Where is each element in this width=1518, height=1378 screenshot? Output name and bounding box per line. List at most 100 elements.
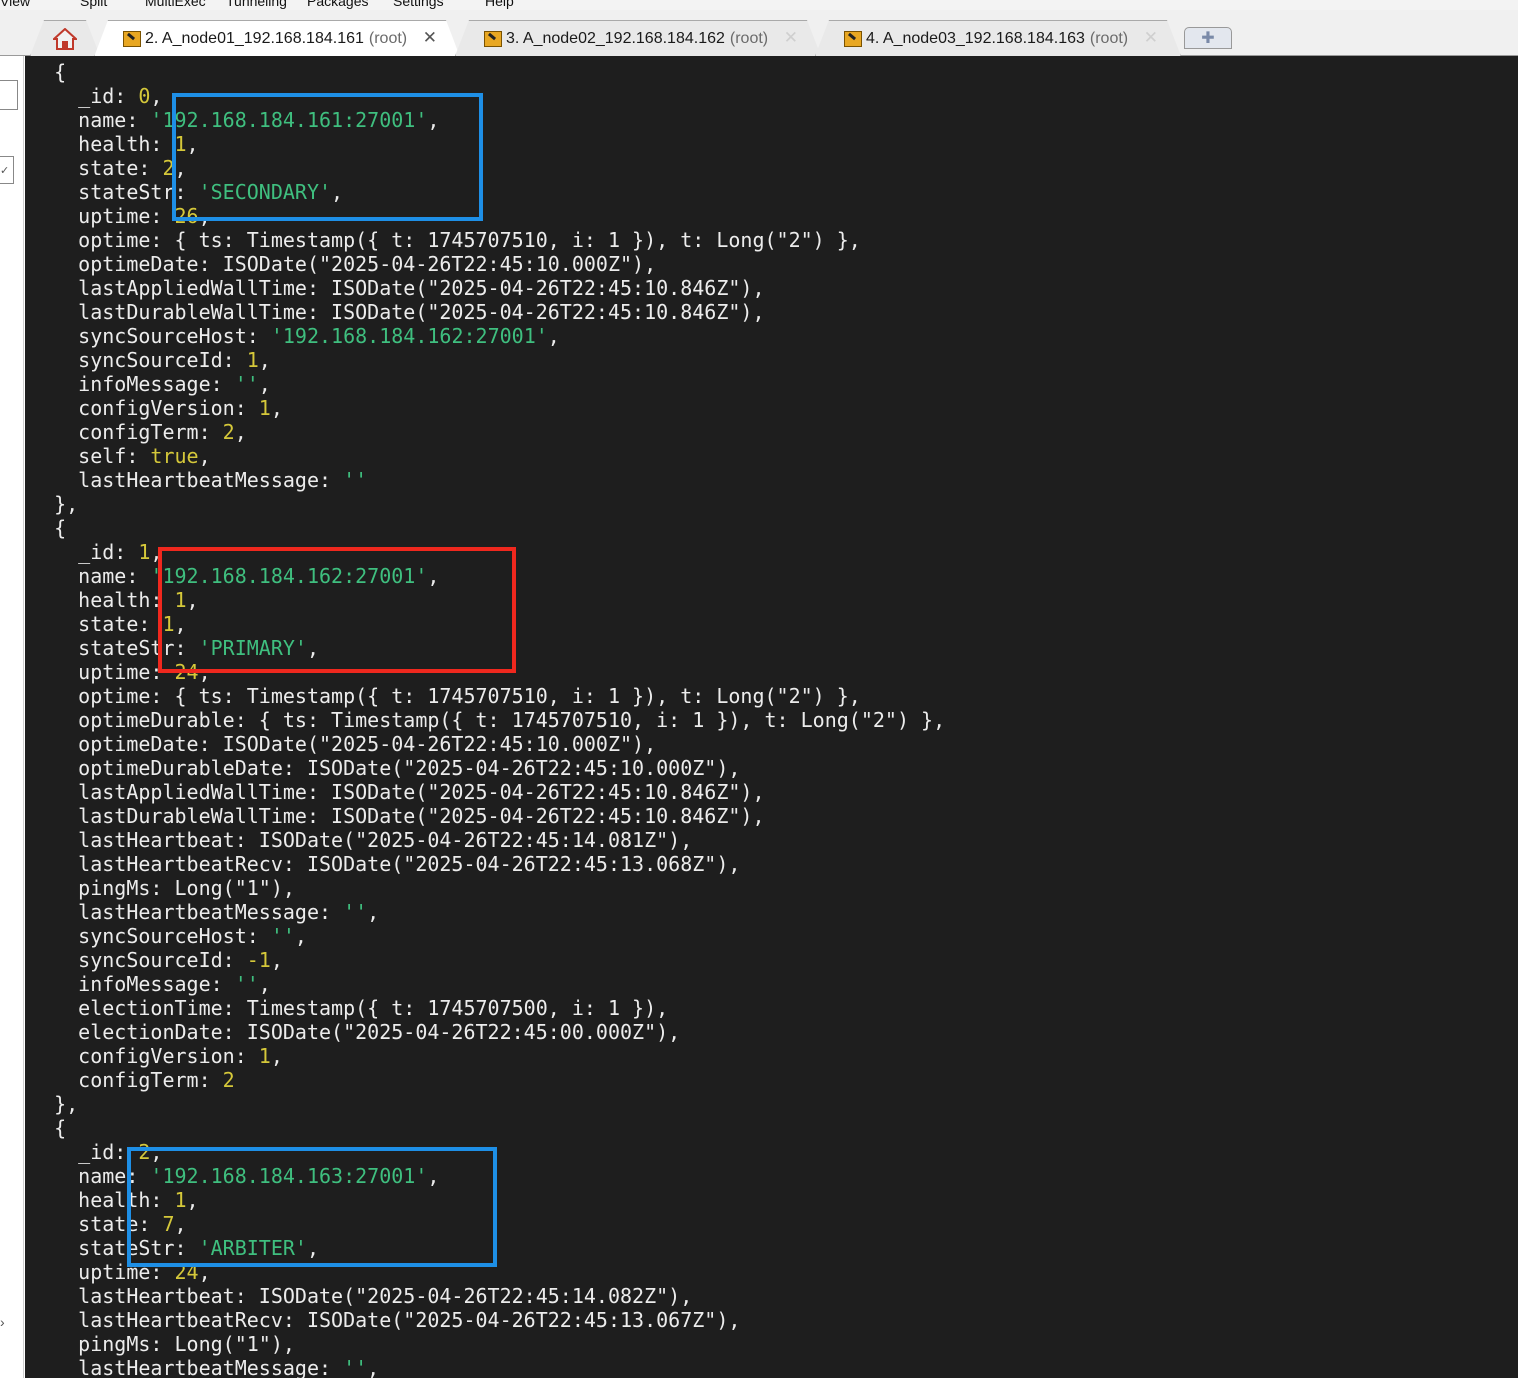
code-token: {: [30, 1116, 67, 1140]
code-token: ,: [367, 1356, 380, 1378]
code-token: syncSourceHost:: [30, 324, 271, 348]
string-token: '192.168.184.162:27001': [150, 564, 428, 588]
string-token: '': [270, 924, 295, 948]
value-token: 7: [162, 1212, 175, 1236]
terminal-line: name: '192.168.184.162:27001',: [30, 564, 439, 588]
code-token: configVersion:: [30, 1044, 259, 1068]
terminal-line: self: true,: [30, 444, 211, 468]
terminal-line: state: 7,: [30, 1212, 187, 1236]
code-token: configTerm:: [30, 420, 223, 444]
tab-label: 3. A_node02_192.168.184.162: [506, 29, 725, 47]
code-token: name:: [30, 1164, 151, 1188]
tab-label: 2. A_node01_192.168.184.161: [145, 30, 364, 47]
terminal-line: _id: 2,: [30, 1140, 162, 1164]
terminal-line: optimeDate: ISODate("2025-04-26T22:45:10…: [30, 732, 656, 756]
code-token: name:: [30, 564, 151, 588]
menu-item-settings[interactable]: Settings: [393, 0, 444, 9]
code-token: ,: [331, 180, 344, 204]
tab-user: (root): [1089, 29, 1129, 47]
terminal-line: syncSourceHost: '',: [30, 924, 307, 948]
menu-item-help[interactable]: Help: [485, 0, 514, 9]
code-token: electionDate: ISODate("2025-04-26T22:45:…: [30, 1020, 681, 1044]
terminal-line: lastHeartbeat: ISODate("2025-04-26T22:45…: [30, 1284, 692, 1308]
code-token: ,: [198, 1260, 211, 1284]
code-token: ,: [198, 204, 211, 228]
string-token: '192.168.184.161:27001': [150, 108, 428, 132]
code-token: health:: [30, 1188, 175, 1212]
string-token: 'ARBITER': [198, 1236, 307, 1260]
terminal-line: electionTime: Timestamp({ t: 1745707500,…: [30, 996, 668, 1020]
terminal-line: electionDate: ISODate("2025-04-26T22:45:…: [30, 1020, 680, 1044]
terminal-line: },: [30, 492, 78, 516]
terminal-output[interactable]: { _id: 0, name: '192.168.184.161:27001',…: [25, 56, 1518, 1378]
value-token: 1: [174, 1188, 187, 1212]
terminal-line: syncSourceId: -1,: [30, 948, 283, 972]
tab-session-node03[interactable]: 4. A_node03_192.168.184.163 (root) ✕: [815, 20, 1181, 56]
code-token: ,: [294, 924, 307, 948]
side-panel-field[interactable]: [0, 80, 18, 110]
terminal-line: lastDurableWallTime: ISODate("2025-04-26…: [30, 300, 765, 324]
code-token: _id:: [30, 540, 139, 564]
tab-session-node01[interactable]: 2. A_node01_192.168.184.161 (root) ✕: [94, 20, 460, 57]
chevron-right-icon[interactable]: ›: [0, 1314, 5, 1330]
code-token: stateStr:: [30, 1236, 199, 1260]
terminal-line: optime: { ts: Timestamp({ t: 1745707510,…: [30, 684, 861, 708]
code-token: ,: [306, 1236, 319, 1260]
code-token: ,: [198, 444, 211, 468]
close-icon[interactable]: ✕: [423, 28, 437, 48]
close-icon[interactable]: ✕: [1144, 28, 1158, 48]
code-token: ,: [174, 1212, 187, 1236]
code-token: lastHeartbeatMessage:: [30, 900, 344, 924]
terminal-line: stateStr: 'ARBITER',: [30, 1236, 319, 1260]
code-token: stateStr:: [30, 180, 199, 204]
value-token: 1: [162, 612, 175, 636]
code-token: optimeDate: ISODate("2025-04-26T22:45:10…: [30, 732, 657, 756]
menu-item-split[interactable]: Split: [80, 0, 107, 9]
code-token: ,: [547, 324, 560, 348]
code-token: lastHeartbeat: ISODate("2025-04-26T22:45…: [30, 828, 693, 852]
tab-session-node02[interactable]: 3. A_node02_192.168.184.162 (root) ✕: [455, 20, 821, 56]
code-token: ,: [270, 948, 283, 972]
code-token: lastAppliedWallTime: ISODate("2025-04-26…: [30, 276, 765, 300]
code-token: infoMessage:: [30, 972, 235, 996]
code-token: state:: [30, 1212, 163, 1236]
tab-home[interactable]: [30, 20, 100, 56]
code-token: ,: [258, 372, 271, 396]
terminal-line: health: 1,: [30, 588, 198, 612]
menu-item-view[interactable]: View: [0, 0, 30, 9]
terminal-line: lastDurableWallTime: ISODate("2025-04-26…: [30, 804, 764, 828]
string-token: '': [234, 372, 259, 396]
terminal-line: configVersion: 1,: [30, 1044, 283, 1068]
string-token: '': [234, 972, 259, 996]
terminal-line: configVersion: 1,: [30, 396, 283, 420]
menu-item-tunneling[interactable]: Tunneling: [226, 0, 287, 9]
menu-bar: View Split MultiExec Tunneling Packages …: [0, 0, 1518, 10]
menu-item-multiexec[interactable]: MultiExec: [145, 0, 206, 9]
code-token: lastHeartbeatMessage:: [30, 1356, 344, 1378]
menu-item-packages[interactable]: Packages: [307, 0, 368, 9]
code-token: lastDurableWallTime: ISODate("2025-04-26…: [30, 300, 765, 324]
code-token: health:: [30, 588, 175, 612]
terminal-line: optimeDurableDate: ISODate("2025-04-26T2…: [30, 756, 740, 780]
terminal-line: pingMs: Long("1"),: [30, 1332, 295, 1356]
terminal-line: health: 1,: [30, 1188, 198, 1212]
code-token: self:: [30, 444, 151, 468]
terminal-line: name: '192.168.184.163:27001',: [30, 1164, 439, 1188]
code-token: {: [30, 516, 67, 540]
terminal-session-icon: [484, 31, 502, 47]
tab-label: 4. A_node03_192.168.184.163: [866, 29, 1085, 47]
tab-user: (root): [729, 29, 769, 47]
code-token: ,: [150, 540, 163, 564]
code-token: pingMs: Long("1"),: [30, 1332, 295, 1356]
close-icon[interactable]: ✕: [784, 28, 798, 48]
code-token: configVersion:: [30, 396, 259, 420]
new-tab-button[interactable]: ✚: [1184, 27, 1232, 49]
code-token: ,: [427, 564, 440, 588]
terminal-line: _id: 0,: [30, 84, 162, 108]
terminal-line: configTerm: 2: [30, 1068, 235, 1092]
terminal-line: _id: 1,: [30, 540, 162, 564]
checkmark-icon[interactable]: ✓: [0, 156, 14, 184]
code-token: ,: [306, 636, 319, 660]
code-token: ,: [258, 972, 271, 996]
code-token: _id:: [30, 1140, 139, 1164]
